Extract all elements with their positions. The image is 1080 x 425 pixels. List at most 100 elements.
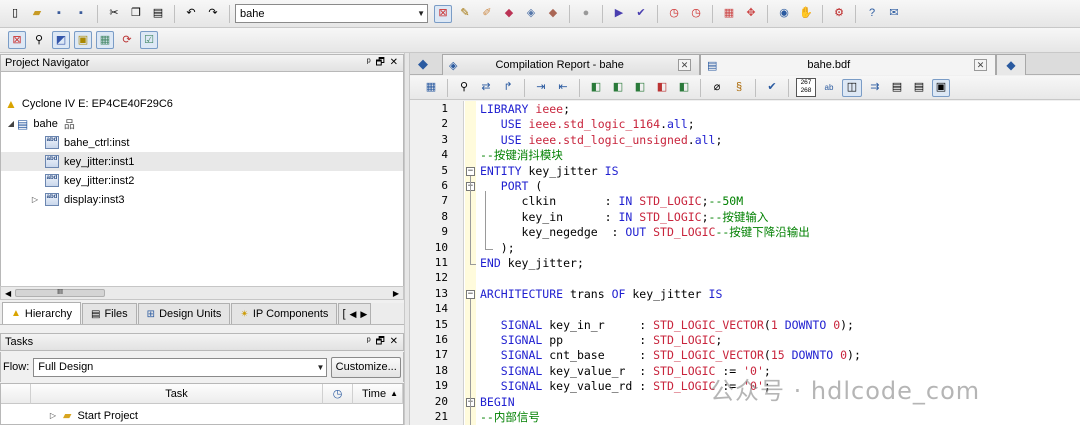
- sopc-builder-icon[interactable]: ✋: [797, 5, 815, 23]
- unindent-icon[interactable]: ⇤: [554, 79, 572, 97]
- cut-icon[interactable]: ✂: [105, 5, 123, 23]
- tab-files[interactable]: ▤ Files: [81, 303, 137, 324]
- feedback-icon[interactable]: ✉: [885, 5, 903, 23]
- tree-item-0[interactable]: abd bahe_ctrl:inst: [1, 133, 403, 152]
- text-editor-icon[interactable]: ▦: [422, 79, 440, 97]
- paste-icon[interactable]: ▤: [149, 5, 167, 23]
- code-line[interactable]: ENTITY key_jitter IS: [480, 164, 1080, 179]
- bookmark-clear-icon[interactable]: ◧: [653, 79, 671, 97]
- project-combo[interactable]: bahe ▼: [235, 4, 428, 23]
- checklist-icon[interactable]: ☑: [140, 31, 158, 49]
- code-line[interactable]: LIBRARY ieee;: [480, 102, 1080, 117]
- pin-planner-icon[interactable]: ⊠: [8, 31, 26, 49]
- code-line[interactable]: clkin : IN STD_LOGIC;--50M: [480, 194, 1080, 209]
- syntax-check-icon[interactable]: ✔: [763, 79, 781, 97]
- collapse-arrow-icon[interactable]: ▷: [29, 195, 41, 204]
- code-line[interactable]: END key_jitter;: [480, 256, 1080, 271]
- tab-overflow[interactable]: [ ◀ ▶: [338, 303, 372, 324]
- split-view-icon[interactable]: ◫: [842, 78, 862, 97]
- expand-arrow-icon[interactable]: ◢: [5, 119, 17, 128]
- start-compilation-icon[interactable]: ▶: [610, 5, 628, 23]
- scroll-right-icon[interactable]: ▶: [393, 289, 399, 298]
- code-line[interactable]: );: [480, 241, 1080, 256]
- scroll-left-icon[interactable]: ◀: [5, 289, 11, 298]
- bookmark-list-icon[interactable]: ◧: [675, 79, 693, 97]
- pane-controls[interactable]: ᵖ 🗗 ✕: [367, 334, 399, 351]
- tree-device-row[interactable]: ▲ Cyclone IV E: EP4CE40F29C6: [1, 94, 403, 113]
- pin-planner-icon[interactable]: ⊠: [434, 4, 452, 23]
- find-replace-icon[interactable]: ⇄: [477, 79, 495, 97]
- code-editor[interactable]: 1 2 3 4 5 6 7 8 9 10 11 12 13 14 15 16 17 18 19 20 21 LIBRAR…: [410, 101, 1080, 425]
- scroll-thumb[interactable]: III: [15, 289, 105, 297]
- line-number-toggle-icon[interactable]: 267 268: [796, 78, 816, 97]
- attach-icon[interactable]: ⌀: [708, 79, 726, 97]
- bookmark-prev-icon[interactable]: ◧: [631, 79, 649, 97]
- indent-icon[interactable]: ⇥: [532, 79, 550, 97]
- programmer-icon[interactable]: ⚙: [830, 5, 848, 23]
- fold-toggle-icon[interactable]: −: [466, 289, 475, 299]
- stop-icon[interactable]: ●: [577, 5, 595, 23]
- analysis-icon[interactable]: ◆: [500, 5, 518, 23]
- chip-planner-icon[interactable]: ▦: [720, 5, 738, 23]
- pencil-icon[interactable]: ✐: [478, 5, 496, 23]
- format-icon[interactable]: ▤: [888, 79, 906, 97]
- customize-button[interactable]: Customize...: [331, 356, 401, 378]
- edit-icon[interactable]: ▣: [74, 31, 92, 49]
- tabs-overflow-icon[interactable]: ◆: [996, 54, 1026, 75]
- close-icon[interactable]: ✕: [974, 59, 987, 71]
- tab-bahe-bdf[interactable]: ▤ bahe.bdf ✕: [700, 54, 996, 75]
- code-line[interactable]: ARCHITECTURE trans OF key_jitter IS: [480, 287, 1080, 302]
- fold-toggle-icon[interactable]: −: [466, 166, 475, 176]
- redo-icon[interactable]: ↷: [204, 5, 222, 23]
- search-icon[interactable]: ⚲: [30, 31, 48, 49]
- tree-item-1[interactable]: abd key_jitter:inst1: [1, 152, 403, 171]
- grid-icon[interactable]: ▦: [96, 31, 114, 49]
- col-header-time[interactable]: Time ▲: [353, 384, 403, 404]
- start-analysis-icon[interactable]: ✔: [632, 5, 650, 23]
- synthesis-icon[interactable]: ◈: [522, 5, 540, 23]
- timequest-icon[interactable]: ◷: [687, 5, 705, 23]
- pane-controls[interactable]: ᵖ 🗗 ✕: [367, 55, 399, 72]
- timing-analyzer-icon[interactable]: ◷: [665, 5, 683, 23]
- flow-select[interactable]: Full Design ▼: [33, 357, 328, 377]
- save-icon[interactable]: ▪: [50, 5, 68, 23]
- code-line[interactable]: USE ieee.std_logic_unsigned.all;: [480, 133, 1080, 148]
- bookmark-icon[interactable]: ◧: [587, 79, 605, 97]
- tabs-left-icon[interactable]: ◀: [350, 309, 357, 320]
- arrange-icon[interactable]: ⇉: [866, 79, 884, 97]
- tab-design-units[interactable]: ⊞ Design Units: [137, 303, 231, 324]
- tab-compilation-report[interactable]: ◈ Compilation Report - bahe ✕: [442, 54, 700, 75]
- fitter-icon[interactable]: ◆: [544, 5, 562, 23]
- col-header-task[interactable]: Task: [31, 384, 323, 404]
- tree-item-2[interactable]: abd key_jitter:inst2: [1, 171, 403, 190]
- code-line[interactable]: PORT (: [480, 179, 1080, 194]
- copy-icon[interactable]: ❐: [127, 5, 145, 23]
- netlist-viewer-icon[interactable]: ✥: [742, 5, 760, 23]
- chart-icon[interactable]: ◩: [52, 31, 70, 49]
- help-icon[interactable]: ?: [863, 5, 881, 23]
- tab-ip-components[interactable]: ✴ IP Components: [231, 303, 338, 324]
- code-line[interactable]: --内部信号: [480, 410, 1080, 425]
- horizontal-scrollbar[interactable]: ◀ III ▶: [0, 286, 404, 300]
- code-line[interactable]: SIGNAL pp : STD_LOGIC;: [480, 333, 1080, 348]
- close-icon[interactable]: ✕: [678, 59, 691, 71]
- tree-item-3[interactable]: ▷ abd display:inst3: [1, 190, 403, 209]
- code-line[interactable]: key_negedge : OUT STD_LOGIC--按键下降沿输出: [480, 225, 1080, 240]
- magic-wand-icon[interactable]: ✎: [456, 5, 474, 23]
- code-line[interactable]: SIGNAL key_in_r : STD_LOGIC_VECTOR(1 DOW…: [480, 318, 1080, 333]
- col-header-clock[interactable]: ◷: [323, 384, 353, 404]
- save-all-icon[interactable]: ▪: [72, 5, 90, 23]
- signaltap-icon[interactable]: ◉: [775, 5, 793, 23]
- tab-hierarchy[interactable]: ▲ Hierarchy: [2, 302, 81, 324]
- word-wrap-icon[interactable]: ab: [820, 79, 838, 97]
- template-icon[interactable]: §: [730, 79, 748, 97]
- refresh-icon[interactable]: ⟳: [118, 31, 136, 49]
- tree-root-row[interactable]: ◢ ▤ bahe 品: [1, 114, 403, 133]
- tabs-right-icon[interactable]: ▶: [360, 309, 367, 320]
- code-line[interactable]: SIGNAL cnt_base : STD_LOGIC_VECTOR(15 DO…: [480, 348, 1080, 363]
- code-line[interactable]: --按键消抖模块: [480, 148, 1080, 163]
- open-folder-icon[interactable]: ▰: [28, 5, 46, 23]
- code-line[interactable]: key_in : IN STD_LOGIC;--按键输入: [480, 210, 1080, 225]
- collapse-arrow-icon[interactable]: ▷: [47, 411, 59, 420]
- tabs-nav-icon[interactable]: ◆: [418, 56, 428, 72]
